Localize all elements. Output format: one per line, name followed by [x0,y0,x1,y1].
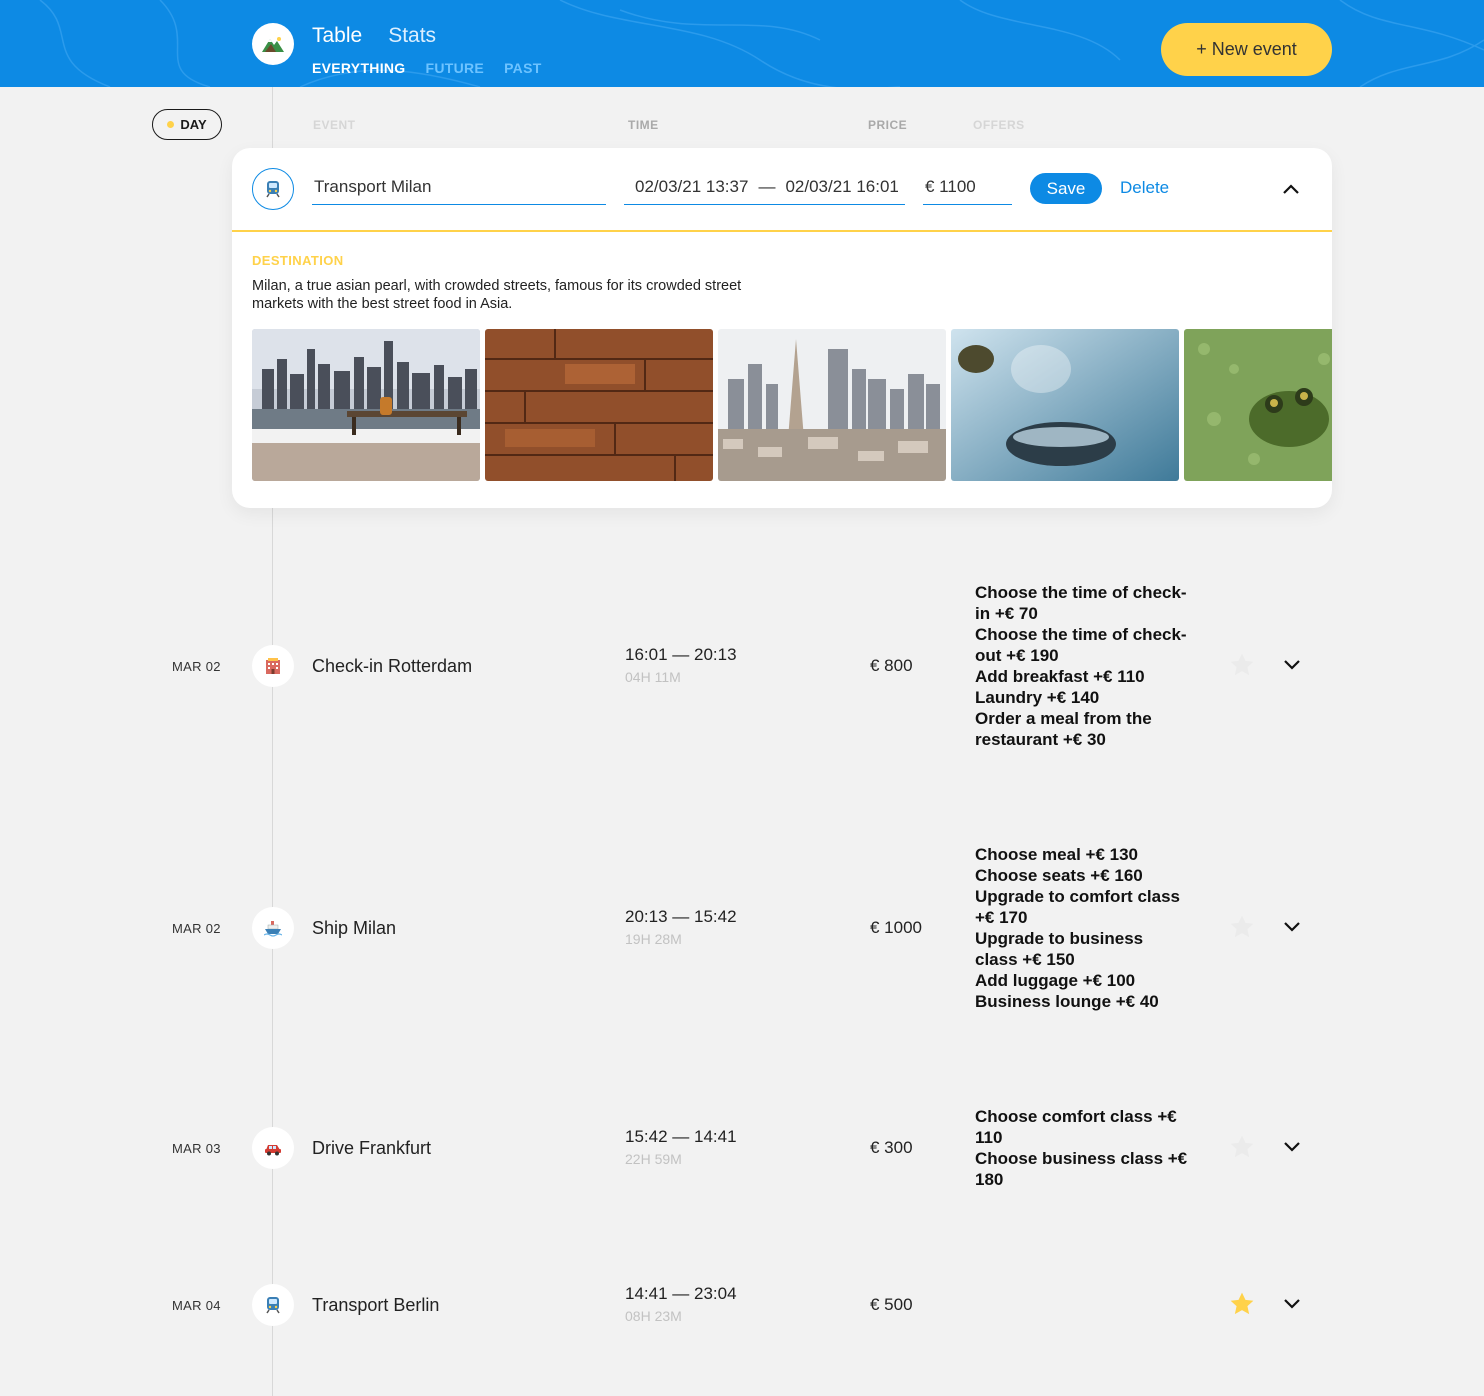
destination-input[interactable]: Transport Milan [312,170,606,205]
active-sort-dot [167,121,175,128]
offer-item: Choose the time of check-in +€ 70 [975,583,1187,623]
event-duration: 19H 28M [625,931,682,947]
event-duration: 04H 11M [625,669,681,685]
sort-day-button[interactable]: DAY [152,109,222,140]
app-logo[interactable] [252,23,294,65]
destination-photos [252,329,1332,481]
event-type-toggle[interactable] [252,168,294,210]
car-icon [265,1145,281,1156]
offer-item: Choose seats +€ 160 [975,866,1143,885]
time-input-group[interactable]: 02/03/21 13:37 — 02/03/21 16:01 [624,170,905,205]
destination-value: Transport Milan [314,177,432,196]
ship-icon [264,921,282,937]
star-icon[interactable] [1229,1291,1255,1317]
offer-item: Upgrade to business class +€ 150 [975,929,1144,969]
chevron-up-icon[interactable] [1280,178,1302,200]
event-offers: Choose comfort class +€ 110 Choose busin… [975,1106,1190,1190]
event-type-icon-wrap [252,1127,294,1169]
event-edit-form: Transport Milan 02/03/21 13:37 — 02/03/2… [232,148,1332,508]
event-title: Transport Berlin [312,1295,440,1315]
event-type-icon-wrap [252,645,294,687]
event-time-range: 16:01 — 20:13 [625,645,737,664]
event-date: MAR 02 [172,921,221,936]
photo-city-skyline [252,329,480,481]
star-icon[interactable] [1229,1134,1255,1160]
event-price: € 800 [870,656,913,675]
event-title: Drive Frankfurt [312,1138,432,1158]
offer-item: Add breakfast +€ 110 [975,667,1145,686]
save-button[interactable]: Save [1030,173,1102,204]
photo-wooden-planks [485,329,713,481]
form-divider [232,230,1332,232]
train-icon [266,181,280,198]
chevron-down-icon[interactable] [1281,653,1303,675]
destination-description: Milan, a true asian pearl, with crowded … [252,278,742,312]
tab-table[interactable]: Table [312,24,362,48]
filter-past[interactable]: PAST [504,60,542,76]
filter-everything[interactable]: EVERYTHING [312,60,406,76]
offer-item: Choose the time of check-out +€ 190 [975,625,1187,665]
mountain-icon [262,37,284,52]
photo-steaming-cup [951,329,1179,481]
event-type-icon-wrap [252,1284,294,1326]
hotel-icon [266,658,280,674]
sort-day-label: DAY [180,117,207,132]
star-icon[interactable] [1229,914,1255,940]
event-offers: Choose the time of check-in +€ 70 Choose… [975,582,1190,750]
time-separator: — [758,177,776,196]
offer-item: Order a meal from the restaurant +€ 30 [975,709,1152,749]
chevron-down-icon[interactable] [1281,1135,1303,1157]
event-price: € 300 [870,1138,913,1157]
sort-event: EVENT [313,118,356,132]
event-type-icon-wrap [252,907,294,949]
chevron-down-icon[interactable] [1281,915,1303,937]
price-input[interactable]: € 1100 [923,170,1012,205]
event-title: Check-in Rotterdam [312,656,473,676]
event-price: € 500 [870,1295,913,1314]
end-time-input[interactable]: 02/03/21 16:01 [785,177,898,197]
offer-item: Business lounge +€ 40 [975,992,1159,1011]
event-time-range: 14:41 — 23:04 [625,1284,737,1303]
event-price: € 1000 [870,918,922,937]
filter-tabs: EVERYTHING FUTURE PAST [312,60,542,76]
offer-item: Choose comfort class +€ 110 [975,1107,1177,1147]
price-value: € 1100 [925,177,976,196]
filter-future[interactable]: FUTURE [426,60,485,76]
sort-price[interactable]: PRICE [868,118,907,132]
destination-heading: DESTINATION [252,253,344,268]
photo-frog [1184,329,1332,481]
offer-item: Choose business class +€ 180 [975,1149,1188,1189]
sort-time[interactable]: TIME [628,118,659,132]
photo-city-aerial [718,329,946,481]
new-event-button[interactable]: + New event [1161,23,1332,76]
event-date: MAR 04 [172,1298,221,1313]
event-time-range: 20:13 — 15:42 [625,907,737,926]
top-bar: Table Stats EVERYTHING FUTURE PAST + New… [0,0,1484,87]
event-title: Ship Milan [312,918,397,938]
offer-item: Choose meal +€ 130 [975,845,1139,864]
chevron-down-icon[interactable] [1281,1292,1303,1314]
event-duration: 08H 23M [625,1308,682,1324]
event-time-range: 15:42 — 14:41 [625,1127,737,1146]
view-tabs: Table Stats [312,24,436,48]
offer-item: Upgrade to comfort class +€ 170 [975,887,1180,927]
event-offers: Choose meal +€ 130 Choose seats +€ 160 U… [975,844,1190,1012]
offer-item: Add luggage +€ 100 [975,971,1136,990]
train-icon [266,1297,280,1314]
star-icon[interactable] [1229,652,1255,678]
start-time-input[interactable]: 02/03/21 13:37 [635,177,748,197]
offer-item: Laundry +€ 140 [975,688,1100,707]
delete-button[interactable]: Delete [1120,178,1169,198]
tab-stats[interactable]: Stats [388,24,436,48]
event-date: MAR 03 [172,1141,221,1156]
event-date: MAR 02 [172,659,221,674]
sort-offers: OFFERS [973,118,1025,132]
event-duration: 22H 59M [625,1151,682,1167]
